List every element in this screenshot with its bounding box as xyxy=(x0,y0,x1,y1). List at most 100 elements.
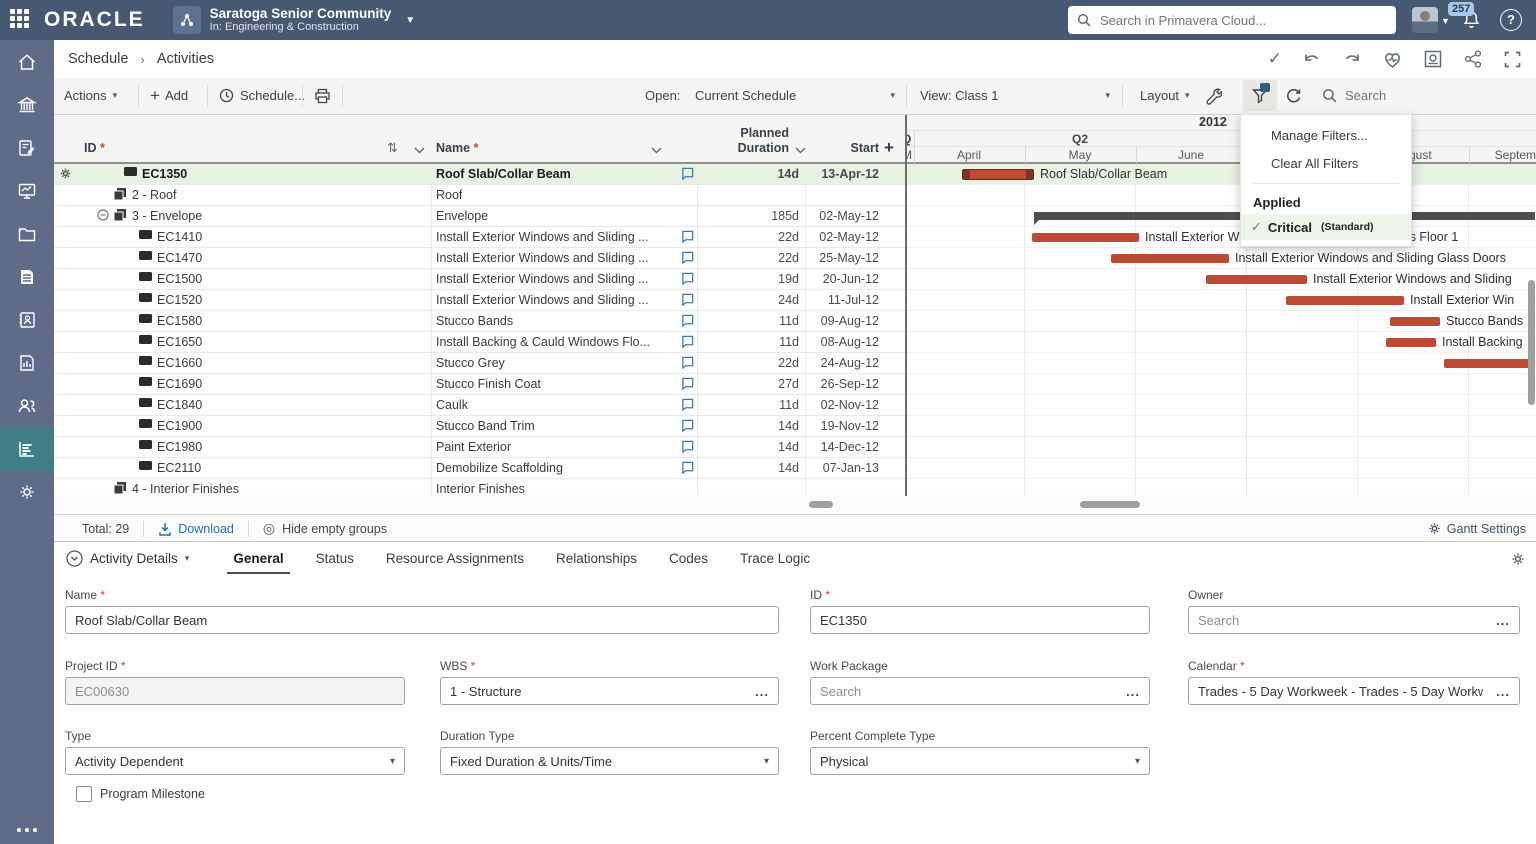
menu-item-manage-filters[interactable]: Manage Filters... xyxy=(1241,121,1411,149)
grid-search[interactable]: Search xyxy=(1322,78,1386,113)
work-package-picker-icon[interactable]: ... xyxy=(1126,684,1140,699)
sidebar-item-home[interactable] xyxy=(0,40,54,83)
gantt-bar-EC1350[interactable] xyxy=(962,169,1034,180)
sidebar-item-reports[interactable] xyxy=(0,341,54,384)
tab-trace-logic[interactable]: Trace Logic xyxy=(724,542,826,575)
schedule-button[interactable]: Schedule... xyxy=(219,78,305,113)
wbs-field[interactable]: 1 - Structure... xyxy=(440,677,779,705)
table-row[interactable]: EC2110Demobilize Scaffolding14d07-Jan-13 xyxy=(54,458,905,479)
table-row[interactable]: EC1520Install Exterior Windows and Slidi… xyxy=(54,290,905,311)
approve-check-icon[interactable]: ✓ xyxy=(1268,49,1282,69)
table-row[interactable]: EC1500Install Exterior Windows and Slidi… xyxy=(54,269,905,290)
table-row[interactable]: EC1650Install Backing & Cauld Windows Fl… xyxy=(54,332,905,353)
note-icon[interactable] xyxy=(681,293,694,306)
view-select[interactable]: View: Class 1▾ xyxy=(920,78,1110,113)
print-button[interactable] xyxy=(314,78,331,113)
col-header-name[interactable]: Name * xyxy=(436,141,478,155)
note-icon[interactable] xyxy=(681,377,694,390)
work-package-field[interactable]: Search... xyxy=(810,677,1150,705)
type-select[interactable]: Activity Dependent▾ xyxy=(65,747,405,775)
chevron-down-icon[interactable] xyxy=(414,147,425,154)
snapshot-icon[interactable] xyxy=(1423,49,1443,69)
workspace-switcher[interactable]: Saratoga Senior Community In: Engineerin… xyxy=(210,6,392,34)
chevron-down-icon[interactable] xyxy=(795,147,806,154)
table-row[interactable]: EC1470Install Exterior Windows and Slidi… xyxy=(54,248,905,269)
avatar[interactable] xyxy=(1412,7,1438,33)
owner-picker-icon[interactable]: ... xyxy=(1496,613,1510,628)
note-icon[interactable] xyxy=(681,251,694,264)
gantt-bar-EC1470[interactable] xyxy=(1111,254,1229,263)
hide-empty-groups-button[interactable]: ◎ Hide empty groups xyxy=(263,520,387,537)
sidebar-item-contacts[interactable] xyxy=(0,298,54,341)
duration-type-select[interactable]: Fixed Duration & Units/Time▾ xyxy=(440,747,779,775)
collapse-icon[interactable] xyxy=(97,209,109,221)
table-row[interactable]: EC1690Stucco Finish Coat27d26-Sep-12 xyxy=(54,374,905,395)
download-button[interactable]: Download xyxy=(158,522,234,536)
tab-status[interactable]: Status xyxy=(300,542,370,575)
table-row[interactable]: EC1980Paint Exterior14d14-Dec-12 xyxy=(54,437,905,458)
owner-field[interactable]: Search... xyxy=(1188,606,1520,634)
sort-icon[interactable]: ⇅ xyxy=(387,140,398,156)
sidebar-more-icon[interactable] xyxy=(17,828,37,832)
table-row[interactable]: EC1350Roof Slab/Collar Beam14d13-Apr-12 xyxy=(54,164,905,185)
percent-complete-type-select[interactable]: Physical▾ xyxy=(810,747,1150,775)
open-schedule-select[interactable]: Current Schedule▾ xyxy=(695,78,895,113)
gantt-bar-EC1650[interactable] xyxy=(1386,338,1436,347)
add-button[interactable]: +Add xyxy=(150,78,188,113)
gantt-bar-EC1520[interactable] xyxy=(1286,296,1404,305)
id-field[interactable] xyxy=(810,606,1150,634)
notification-count-badge[interactable]: 257 xyxy=(1448,2,1474,16)
table-row[interactable]: 4 - Interior FinishesInterior Finishes xyxy=(54,479,905,496)
row-gear-icon[interactable] xyxy=(59,167,72,180)
name-field[interactable] xyxy=(65,606,779,634)
program-milestone-checkbox[interactable] xyxy=(76,786,92,802)
sidebar-item-settings[interactable] xyxy=(0,470,54,513)
note-icon[interactable] xyxy=(681,419,694,432)
chevron-down-icon[interactable] xyxy=(651,147,662,154)
sidebar-item-portfolio[interactable] xyxy=(0,83,54,126)
app-grid-icon[interactable] xyxy=(10,9,32,31)
col-header-start[interactable]: Start xyxy=(807,141,879,155)
filter-button-active[interactable] xyxy=(1243,80,1277,111)
health-heart-icon[interactable] xyxy=(1382,50,1403,69)
avatar-caret-icon[interactable]: ▼ xyxy=(1441,16,1450,26)
note-icon[interactable] xyxy=(681,461,694,474)
table-row[interactable]: 3 - EnvelopeEnvelope185d02-May-12 xyxy=(54,206,905,227)
table-row[interactable]: EC1660Stucco Grey22d24-Aug-12 xyxy=(54,353,905,374)
table-row[interactable]: 2 - RoofRoof xyxy=(54,185,905,206)
sidebar-item-resources[interactable] xyxy=(0,384,54,427)
gantt-vertical-scrollbar[interactable] xyxy=(1528,235,1535,496)
sidebar-item-schedule[interactable] xyxy=(0,427,54,470)
tab-codes[interactable]: Codes xyxy=(653,542,724,575)
gantt-hscroll-thumb[interactable] xyxy=(1080,501,1140,508)
menu-item-applied-critical[interactable]: ✓ Critical (Standard) xyxy=(1241,214,1411,240)
undo-icon[interactable] xyxy=(1302,50,1322,68)
share-icon[interactable] xyxy=(1463,49,1483,69)
actions-button[interactable]: Actions▾ xyxy=(64,78,117,113)
col-header-id[interactable]: ID * xyxy=(84,141,105,155)
gantt-bar-EC1660[interactable] xyxy=(1444,359,1535,368)
project-caret-icon[interactable]: ▼ xyxy=(405,15,415,26)
note-icon[interactable] xyxy=(681,356,694,369)
gantt-bar-EC1410[interactable] xyxy=(1032,233,1139,242)
sidebar-item-dashboards[interactable] xyxy=(0,169,54,212)
redo-icon[interactable] xyxy=(1342,50,1362,68)
table-row[interactable]: EC1840Caulk11d02-Nov-12 xyxy=(54,395,905,416)
pane-divider[interactable] xyxy=(905,115,907,496)
sidebar-item-files[interactable] xyxy=(0,212,54,255)
menu-item-clear-all-filters[interactable]: Clear All Filters xyxy=(1241,149,1411,177)
help-icon[interactable]: ? xyxy=(1500,9,1522,31)
sidebar-item-scope[interactable] xyxy=(0,126,54,169)
global-search-input[interactable] xyxy=(1098,12,1387,29)
note-icon[interactable] xyxy=(681,335,694,348)
layout-button[interactable]: Layout▾ xyxy=(1140,78,1190,113)
tab-resource-assignments[interactable]: Resource Assignments xyxy=(370,542,540,575)
gantt-settings-button[interactable]: Gantt Settings xyxy=(1427,521,1526,536)
note-icon[interactable] xyxy=(681,167,694,180)
gantt-bar-EC1580[interactable] xyxy=(1390,317,1440,326)
col-header-planned-duration[interactable]: PlannedDuration xyxy=(674,126,789,157)
sidebar-item-documents[interactable] xyxy=(0,255,54,298)
activity-details-selector[interactable]: Activity Details ▾ xyxy=(66,550,189,567)
note-icon[interactable] xyxy=(681,398,694,411)
gantt-bar-EC1500[interactable] xyxy=(1206,275,1307,284)
